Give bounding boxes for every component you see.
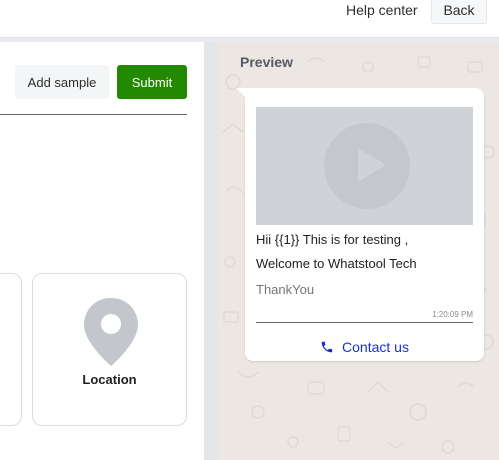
location-label: Location bbox=[82, 372, 137, 387]
message-bubble: Hii {{1}} This is for testing , Welcome … bbox=[236, 88, 484, 361]
play-icon bbox=[324, 123, 410, 209]
media-option-location[interactable]: Location bbox=[32, 273, 187, 426]
message-body: Hii {{1}} This is for testing , Welcome … bbox=[256, 228, 476, 276]
panel-divider bbox=[204, 42, 218, 460]
message-footer: ThankYou bbox=[256, 282, 315, 297]
back-button[interactable]: Back bbox=[431, 0, 487, 24]
video-media-placeholder bbox=[256, 107, 473, 225]
template-editor-panel: Add sample Submit Location bbox=[0, 42, 204, 460]
bubble-tail bbox=[236, 88, 246, 98]
phone-icon bbox=[321, 341, 333, 353]
location-pin-icon bbox=[84, 298, 138, 366]
message-body-line-2: Welcome to Whatstool Tech bbox=[256, 256, 417, 271]
message-timestamp: 1:20:09 PM bbox=[432, 310, 473, 319]
bubble-divider bbox=[256, 322, 473, 323]
message-body-line-1: Hii {{1}} This is for testing , bbox=[256, 232, 409, 247]
submit-button[interactable]: Submit bbox=[117, 65, 187, 99]
help-center-link[interactable]: Help center bbox=[346, 1, 418, 19]
contact-us-label: Contact us bbox=[342, 339, 409, 355]
preview-panel: Preview Hii {{1}} This is for testing , … bbox=[218, 42, 499, 460]
top-bar: Help center Back bbox=[0, 0, 499, 38]
preview-title: Preview bbox=[240, 54, 293, 70]
media-option-card-partial[interactable] bbox=[0, 273, 22, 426]
section-divider bbox=[0, 114, 187, 115]
contact-us-button[interactable]: Contact us bbox=[245, 339, 484, 355]
add-sample-button[interactable]: Add sample bbox=[15, 65, 109, 99]
